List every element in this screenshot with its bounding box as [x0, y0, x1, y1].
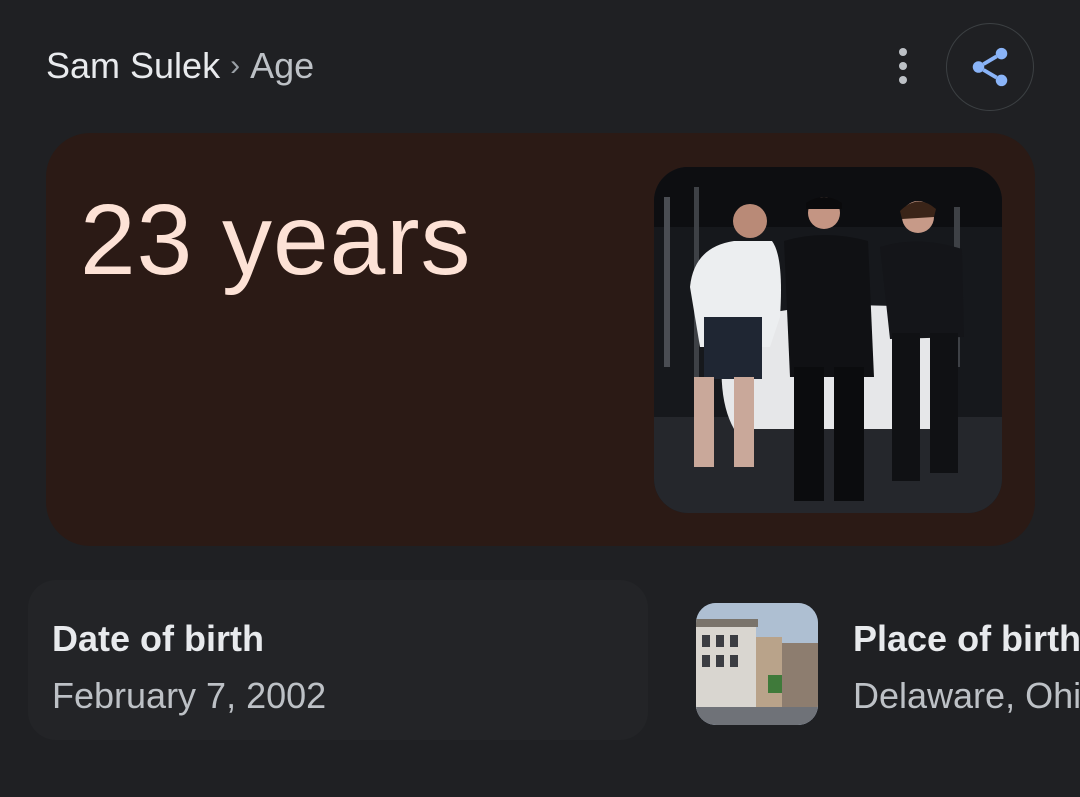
breadcrumb-current: Age: [250, 45, 315, 86]
date-of-birth-label: Date of birth: [52, 618, 264, 659]
date-of-birth-value: February 7, 2002: [52, 675, 327, 716]
person-photo-image: [654, 167, 1002, 513]
breadcrumb: Sam Sulek › Age: [46, 40, 314, 92]
share-icon: [972, 47, 1008, 87]
date-of-birth-card[interactable]: Date of birth February 7, 2002: [28, 580, 648, 740]
breadcrumb-separator: ›: [230, 49, 241, 82]
more-vert-icon: [899, 48, 907, 56]
place-of-birth-thumbnail[interactable]: [696, 603, 818, 725]
town-image: [696, 603, 818, 725]
place-of-birth-label[interactable]: Place of birth: [853, 618, 1080, 660]
person-photo[interactable]: [654, 167, 1002, 513]
breadcrumb-root[interactable]: Sam Sulek: [46, 45, 220, 87]
age-value: 23 years: [80, 184, 472, 296]
age-answer-card: 23 years: [46, 133, 1035, 546]
more-options-button[interactable]: [884, 44, 922, 88]
place-of-birth-value: Delaware, Ohio: [853, 675, 1080, 716]
share-button[interactable]: [946, 23, 1034, 111]
